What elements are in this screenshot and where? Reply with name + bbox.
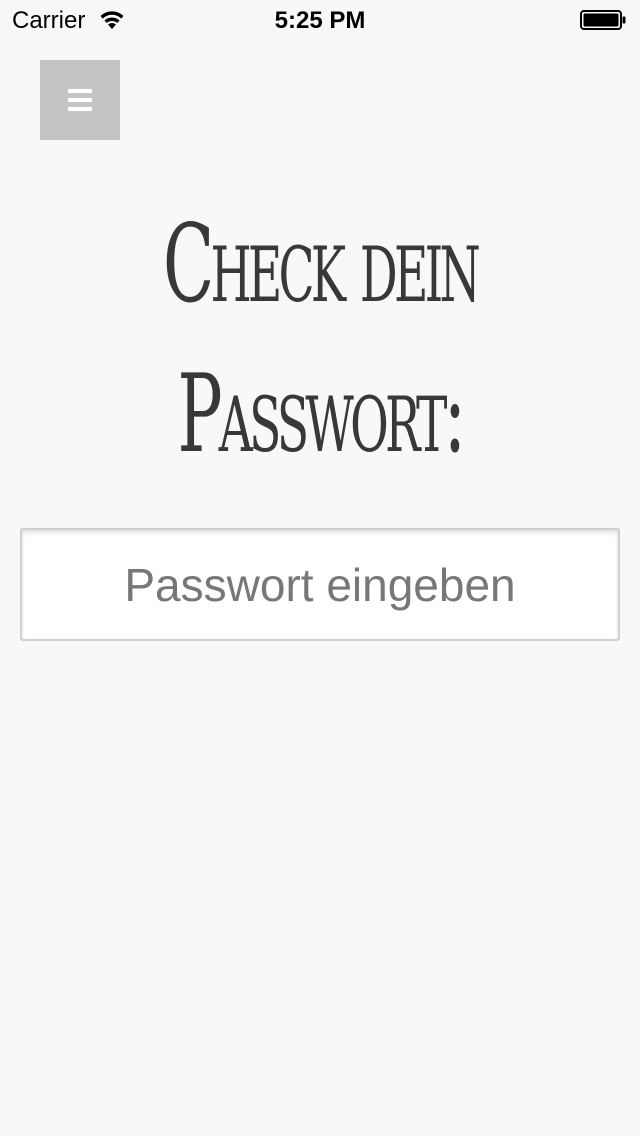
page-title-line-2: Passwort: [177,352,466,477]
clock-time: 5:25 PM [274,7,366,34]
page-title-line-1: Check dein [162,202,481,327]
hamburger-menu-icon [68,89,92,111]
password-input[interactable] [20,528,620,641]
menu-button[interactable] [40,60,120,140]
status-bar: Carrier 5:25 PM [0,0,640,40]
battery-icon [580,10,626,30]
page-title: Check dein Passwort: [146,190,493,490]
